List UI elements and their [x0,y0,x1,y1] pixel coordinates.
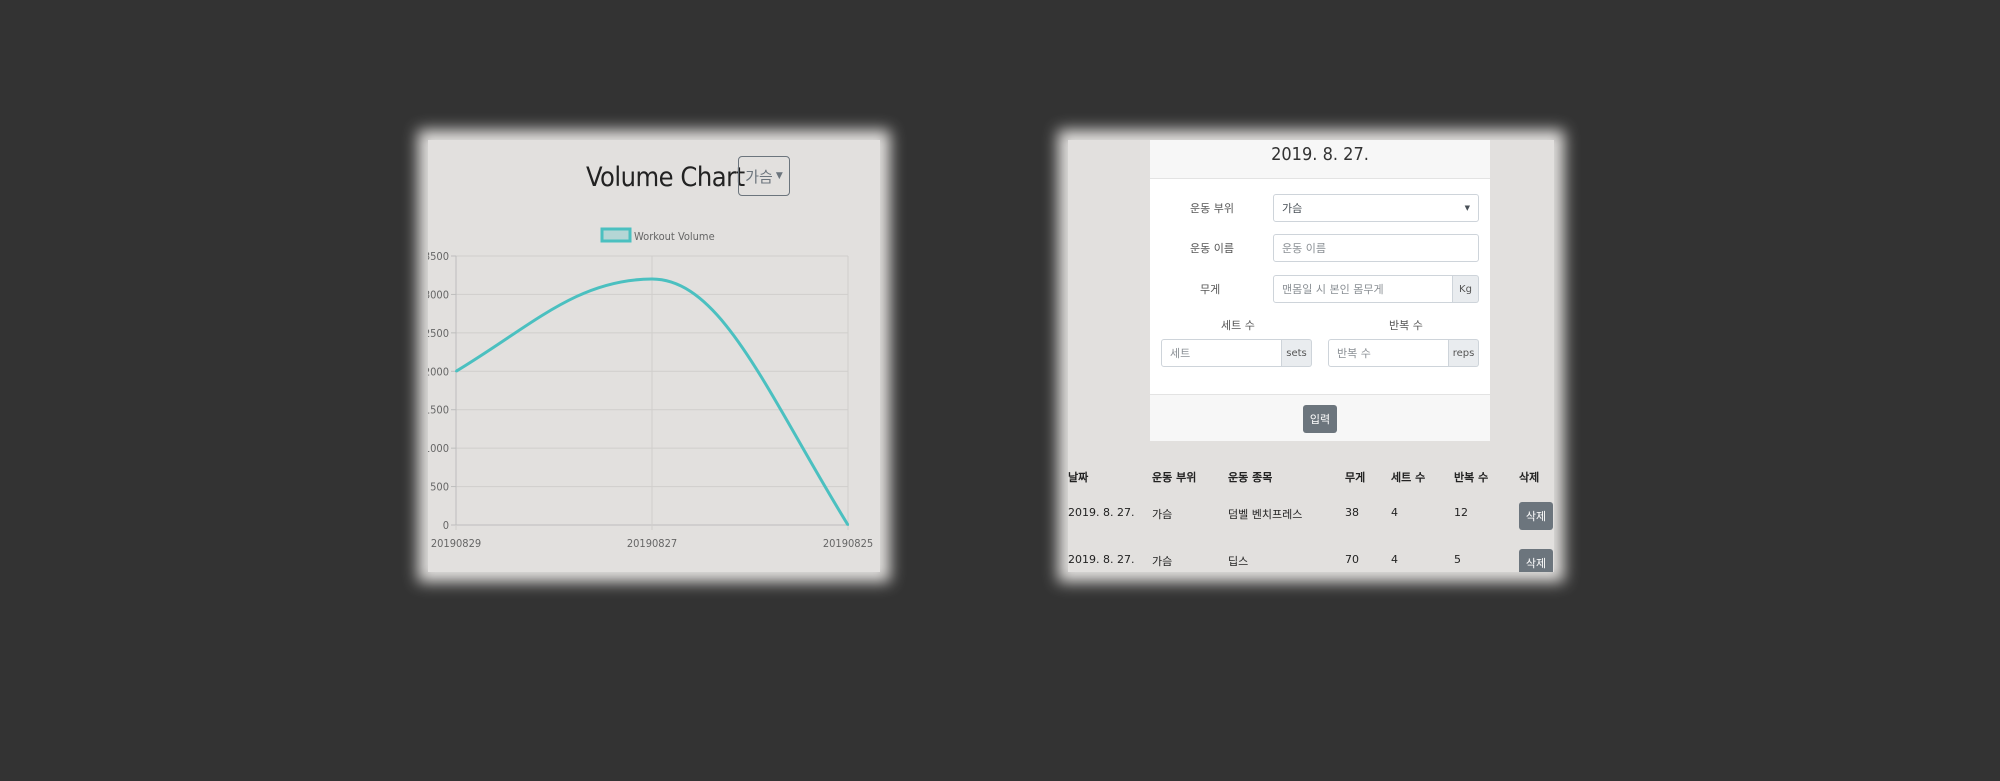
part-label: 운동 부위 [1190,202,1234,215]
reps-unit: reps [1449,339,1479,367]
weight-input[interactable] [1273,275,1453,303]
row2-reps: 5 [1454,553,1461,566]
row1-sets: 4 [1391,506,1398,519]
y-tick-label: 3500 [428,250,449,263]
sets-input[interactable] [1161,339,1282,367]
col-header-weight: 무게 [1345,471,1366,484]
row2-delete-button[interactable]: 삭제 [1519,549,1553,572]
data-point [455,370,457,373]
body-part-dropdown[interactable]: 가슴 ▼ [738,156,790,196]
y-tick-label: 2500 [428,327,449,340]
col-header-sets: 세트 수 [1391,471,1426,484]
row1-exercise: 덤벨 벤치프레스 [1228,508,1303,521]
reps-input[interactable] [1328,339,1449,367]
x-tick-label: 20190829 [431,537,481,550]
exercise-name-input[interactable] [1273,234,1479,262]
y-tick-label: 0 [443,519,449,532]
caret-down-icon: ▼ [775,170,783,181]
data-point [847,524,849,526]
legend-swatch [600,227,632,243]
x-tick-label: 20190827 [627,537,677,550]
body-part-dropdown-label: 가슴 [745,167,773,186]
chart-title: Volume Chart [586,162,745,193]
col-header-reps: 반복 수 [1454,471,1489,484]
card-header: 2019. 8. 27. [1150,140,1490,179]
chart-header: Volume Chart 가슴 ▼ [428,156,880,200]
row2-date: 2019. 8. 27. [1068,553,1135,566]
col-header-date: 날짜 [1068,471,1089,484]
chart-panel: 0 500 1000 1500 2000 2500 3000 3500 20190829 2019… [428,140,880,572]
select-arrow-icon: ▼ [1464,204,1470,212]
row1-part: 가슴 [1152,508,1173,521]
row2-weight: 70 [1345,553,1359,566]
y-tick-label: 3000 [428,288,449,301]
workout-input-card: 2019. 8. 27. 운동 부위 가슴 ▼ 운동 이름 무게 Kg 세트 수… [1150,140,1490,441]
selected-date: 2019. 8. 27. [1271,144,1369,165]
name-label: 운동 이름 [1190,242,1234,255]
y-tick-label: 1000 [428,442,449,455]
legend-label: Workout Volume [634,230,715,243]
y-tick-label: 500 [430,481,449,494]
data-point [651,278,653,281]
y-tick-label: 1500 [428,404,449,417]
x-tick-label: 20190825 [823,537,873,550]
row1-reps: 12 [1454,506,1468,519]
weight-label: 무게 [1200,283,1221,296]
row1-delete-button[interactable]: 삭제 [1519,502,1553,530]
col-header-delete: 삭제 [1519,471,1540,484]
submit-button[interactable]: 입력 [1303,405,1337,433]
y-tick-label: 2000 [428,365,449,378]
col-header-exercise: 운동 종목 [1228,471,1273,484]
weight-unit: Kg [1453,275,1479,303]
row2-part: 가슴 [1152,555,1173,568]
col-header-part: 운동 부위 [1152,471,1197,484]
part-select-value: 가슴 [1282,202,1303,215]
reps-label: 반복 수 [1389,319,1423,332]
row2-exercise: 딥스 [1228,555,1249,568]
row1-date: 2019. 8. 27. [1068,506,1135,519]
workout-form-panel: 2019. 8. 27. 운동 부위 가슴 ▼ 운동 이름 무게 Kg 세트 수… [1068,140,1554,572]
row1-weight: 38 [1345,506,1359,519]
part-select[interactable]: 가슴 ▼ [1273,194,1479,222]
sets-label: 세트 수 [1221,319,1255,332]
sets-unit: sets [1282,339,1312,367]
volume-chart: 0 500 1000 1500 2000 2500 3000 3500 20190829 2019… [428,227,873,550]
card-footer: 입력 [1150,394,1490,441]
row2-sets: 4 [1391,553,1398,566]
